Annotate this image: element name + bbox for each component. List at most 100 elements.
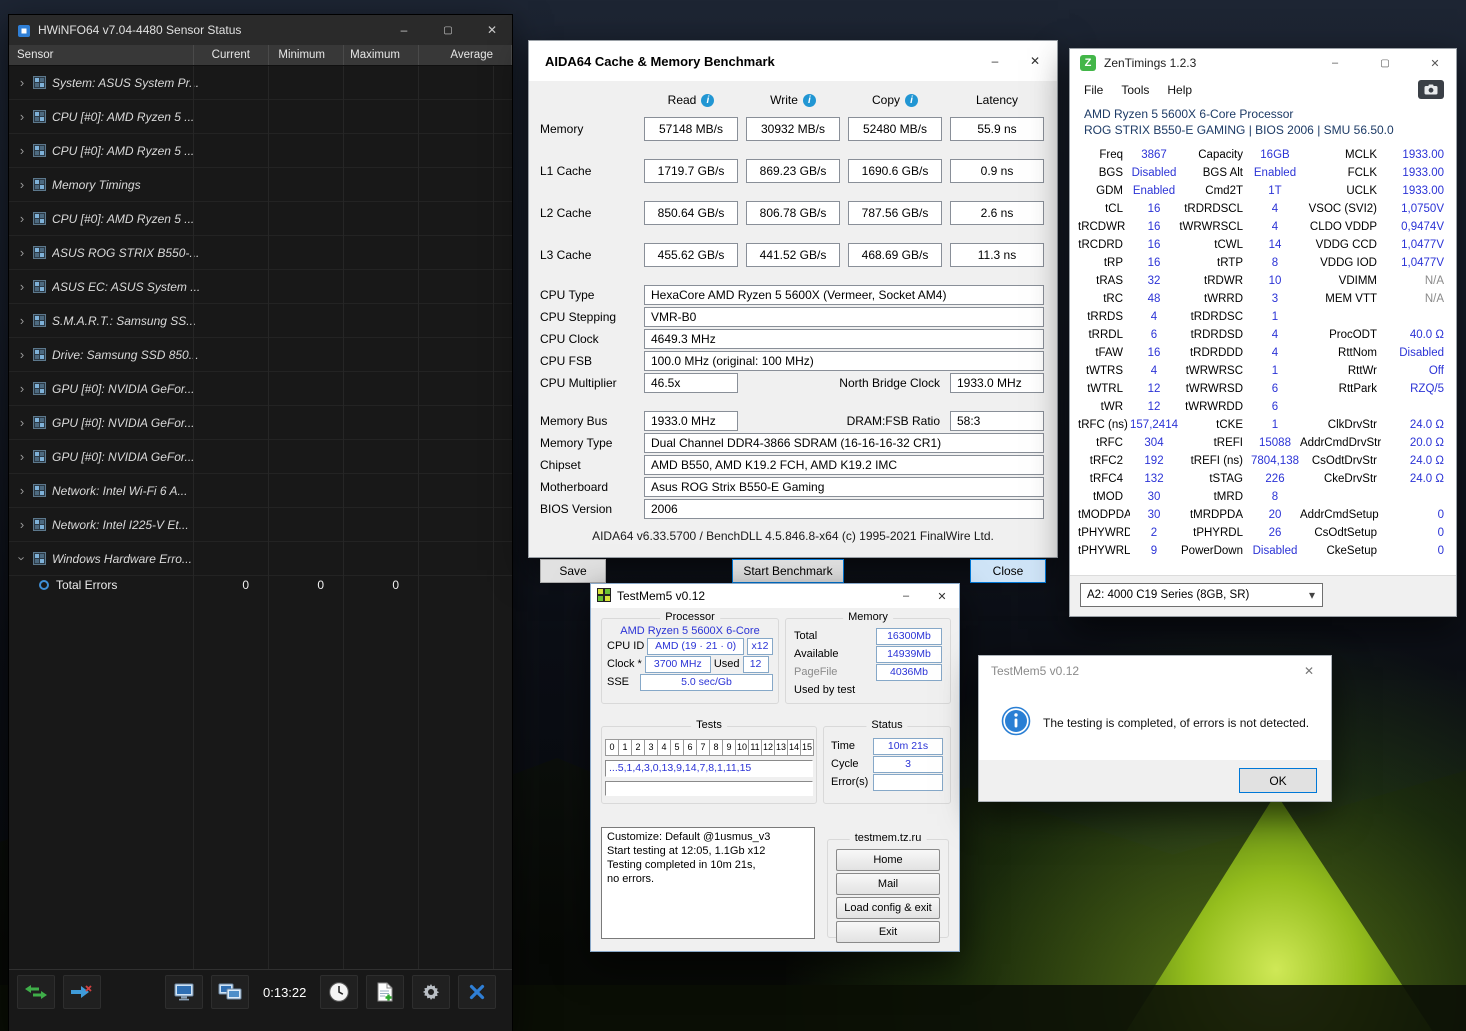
chevron-right-icon[interactable]	[17, 483, 27, 498]
sensor-icon	[33, 552, 46, 565]
benchmark-latency-value: 11.3 ns	[950, 243, 1044, 267]
sensor-group-row[interactable]: GPU [#0]: NVIDIA GeFor...	[9, 440, 512, 474]
report-button[interactable]	[366, 975, 405, 1009]
exit-button[interactable]: Exit	[836, 921, 940, 943]
ok-button[interactable]: OK	[1239, 768, 1317, 793]
sensor-table-header: Sensor Current Minimum Maximum Average	[9, 45, 512, 66]
sensor-group-row[interactable]: GPU [#0]: NVIDIA GeFor...	[9, 372, 512, 406]
chevron-right-icon[interactable]	[17, 517, 27, 532]
chevron-right-icon[interactable]	[17, 381, 27, 396]
sensor-group-row[interactable]: Memory Timings	[9, 168, 512, 202]
zentimings-titlebar[interactable]: Z ZenTimings 1.2.3	[1070, 49, 1456, 77]
test-log[interactable]: Customize: Default @1usmus_v3 Start test…	[601, 827, 815, 939]
start-benchmark-button[interactable]: Start Benchmark	[732, 559, 844, 583]
remote-monitor-button[interactable]	[211, 975, 249, 1009]
column-header-current[interactable]: Current	[194, 45, 269, 65]
timing-label: tREFI	[1213, 437, 1243, 449]
column-header-sensor[interactable]: Sensor	[9, 45, 194, 65]
clock-button[interactable]	[320, 975, 359, 1009]
timings-grid: Freq 3867 Capacity 16GB MCLK 1933.00 BGS…	[1070, 140, 1456, 560]
sensor-group-row[interactable]: GPU [#0]: NVIDIA GeFor...	[9, 406, 512, 440]
uptime-label: 0:13:22	[263, 984, 307, 1000]
total-errors-row[interactable]: Total Errors 0 0 0	[9, 576, 512, 594]
close-button[interactable]	[1015, 46, 1055, 76]
sensor-group-row[interactable]: Drive: Samsung SSD 850...	[9, 338, 512, 372]
info-icon[interactable]	[905, 93, 918, 107]
timing-value: 132	[1144, 473, 1164, 485]
close-button[interactable]	[474, 17, 510, 43]
close-benchmark-button[interactable]: Close	[970, 559, 1046, 583]
timing-value: 14	[1268, 239, 1282, 251]
sensor-group-row[interactable]: ASUS EC: ASUS System ...	[9, 270, 512, 304]
info-icon[interactable]	[701, 93, 715, 107]
sensor-group-row[interactable]: System: ASUS System Pr...	[9, 66, 512, 100]
aida-titlebar[interactable]: AIDA64 Cache & Memory Benchmark	[529, 41, 1057, 81]
timing-row: tMOD 30 tMRD 8	[1078, 488, 1448, 506]
timing-label: VDDG IOD	[1320, 257, 1377, 269]
dimm-select-value: A2: 4000 C19 Series (8GB, SR)	[1087, 589, 1250, 601]
chevron-right-icon[interactable]	[17, 279, 27, 294]
chevron-right-icon[interactable]	[17, 75, 27, 90]
sensor-group-row[interactable]: Network: Intel Wi-Fi 6 A...	[9, 474, 512, 508]
close-button[interactable]	[927, 585, 957, 607]
timing-label: tRDRDSC	[1190, 311, 1243, 323]
monitor-view-button[interactable]	[165, 975, 203, 1009]
load-config-exit-button[interactable]: Load config & exit	[836, 897, 940, 919]
minimize-button[interactable]	[891, 585, 921, 607]
sensor-group-row-expanded[interactable]: Windows Hardware Erro...	[9, 542, 512, 576]
minimize-button[interactable]	[1314, 49, 1356, 77]
column-divider	[193, 66, 194, 969]
maximize-button[interactable]	[430, 17, 466, 43]
chevron-right-icon[interactable]	[17, 109, 27, 124]
minimize-button[interactable]	[975, 46, 1015, 76]
close-button[interactable]	[1414, 49, 1456, 77]
test-log-line: Customize: Default @1usmus_v3	[607, 831, 771, 843]
chevron-right-icon[interactable]	[17, 211, 27, 226]
chevron-right-icon[interactable]	[17, 449, 27, 464]
sensor-group-row[interactable]: Network: Intel I225-V Et...	[9, 508, 512, 542]
benchmark-latency-value: 0.9 ns	[950, 159, 1044, 183]
sensor-group-row[interactable]: S.M.A.R.T.: Samsung SS...	[9, 304, 512, 338]
dialog-titlebar[interactable]: TestMem5 v0.12	[979, 656, 1331, 686]
screenshot-button[interactable]	[1418, 80, 1444, 99]
menu-tools[interactable]: Tools	[1113, 80, 1157, 100]
mail-button[interactable]: Mail	[836, 873, 940, 895]
chevron-right-icon[interactable]	[17, 313, 27, 328]
maximize-button[interactable]	[1364, 49, 1406, 77]
home-button[interactable]: Home	[836, 849, 940, 871]
chevron-down-icon[interactable]	[1303, 586, 1321, 604]
minimize-button[interactable]	[386, 17, 422, 43]
close-button[interactable]	[1289, 657, 1329, 685]
column-header-maximum[interactable]: Maximum	[344, 45, 419, 65]
chevron-right-icon[interactable]	[17, 177, 27, 192]
hwinfo-toolbar: 0:13:22	[9, 969, 512, 1014]
sensor-group-row[interactable]: CPU [#0]: AMD Ryzen 5 ...	[9, 202, 512, 236]
chevron-right-icon[interactable]	[17, 415, 27, 430]
column-header-minimum[interactable]: Minimum	[269, 45, 344, 65]
sensor-group-row[interactable]: CPU [#0]: AMD Ryzen 5 ...	[9, 134, 512, 168]
settings-button[interactable]	[412, 975, 451, 1009]
cpu-threads-value: x12	[747, 637, 773, 655]
exit-button[interactable]	[458, 975, 497, 1009]
column-header-average[interactable]: Average	[419, 45, 512, 65]
timing-row: tWTRS 4 tWRWRSC 1 RttWr Off	[1078, 362, 1448, 380]
sensor-group-row[interactable]: ASUS ROG STRIX B550-...	[9, 236, 512, 270]
swap-columns-button[interactable]	[17, 975, 55, 1009]
menu-file[interactable]: File	[1076, 80, 1111, 100]
dimm-select[interactable]: A2: 4000 C19 Series (8GB, SR)	[1080, 583, 1323, 607]
chevron-right-icon[interactable]	[17, 245, 27, 260]
system-info-row: BIOS Version 2006	[540, 499, 1046, 519]
info-icon[interactable]	[802, 93, 816, 107]
sensor-group-row[interactable]: CPU [#0]: AMD Ryzen 5 ...	[9, 100, 512, 134]
chevron-down-icon[interactable]	[15, 554, 30, 564]
dialog-body: The testing is completed, of errors is n…	[979, 686, 1331, 760]
remove-sensor-button[interactable]	[63, 975, 101, 1009]
chevron-right-icon[interactable]	[17, 143, 27, 158]
processor-group: Processor AMD Ryzen 5 5600X 6-Core CPU I…	[601, 611, 779, 704]
timing-label: tRFC4	[1089, 473, 1123, 485]
hwinfo-titlebar[interactable]: HWiNFO64 v7.04-4480 Sensor Status	[9, 15, 512, 45]
menu-help[interactable]: Help	[1159, 80, 1200, 100]
testmem5-titlebar[interactable]: TestMem5 v0.12	[591, 584, 959, 608]
save-button[interactable]: Save	[540, 559, 606, 583]
chevron-right-icon[interactable]	[17, 347, 27, 362]
